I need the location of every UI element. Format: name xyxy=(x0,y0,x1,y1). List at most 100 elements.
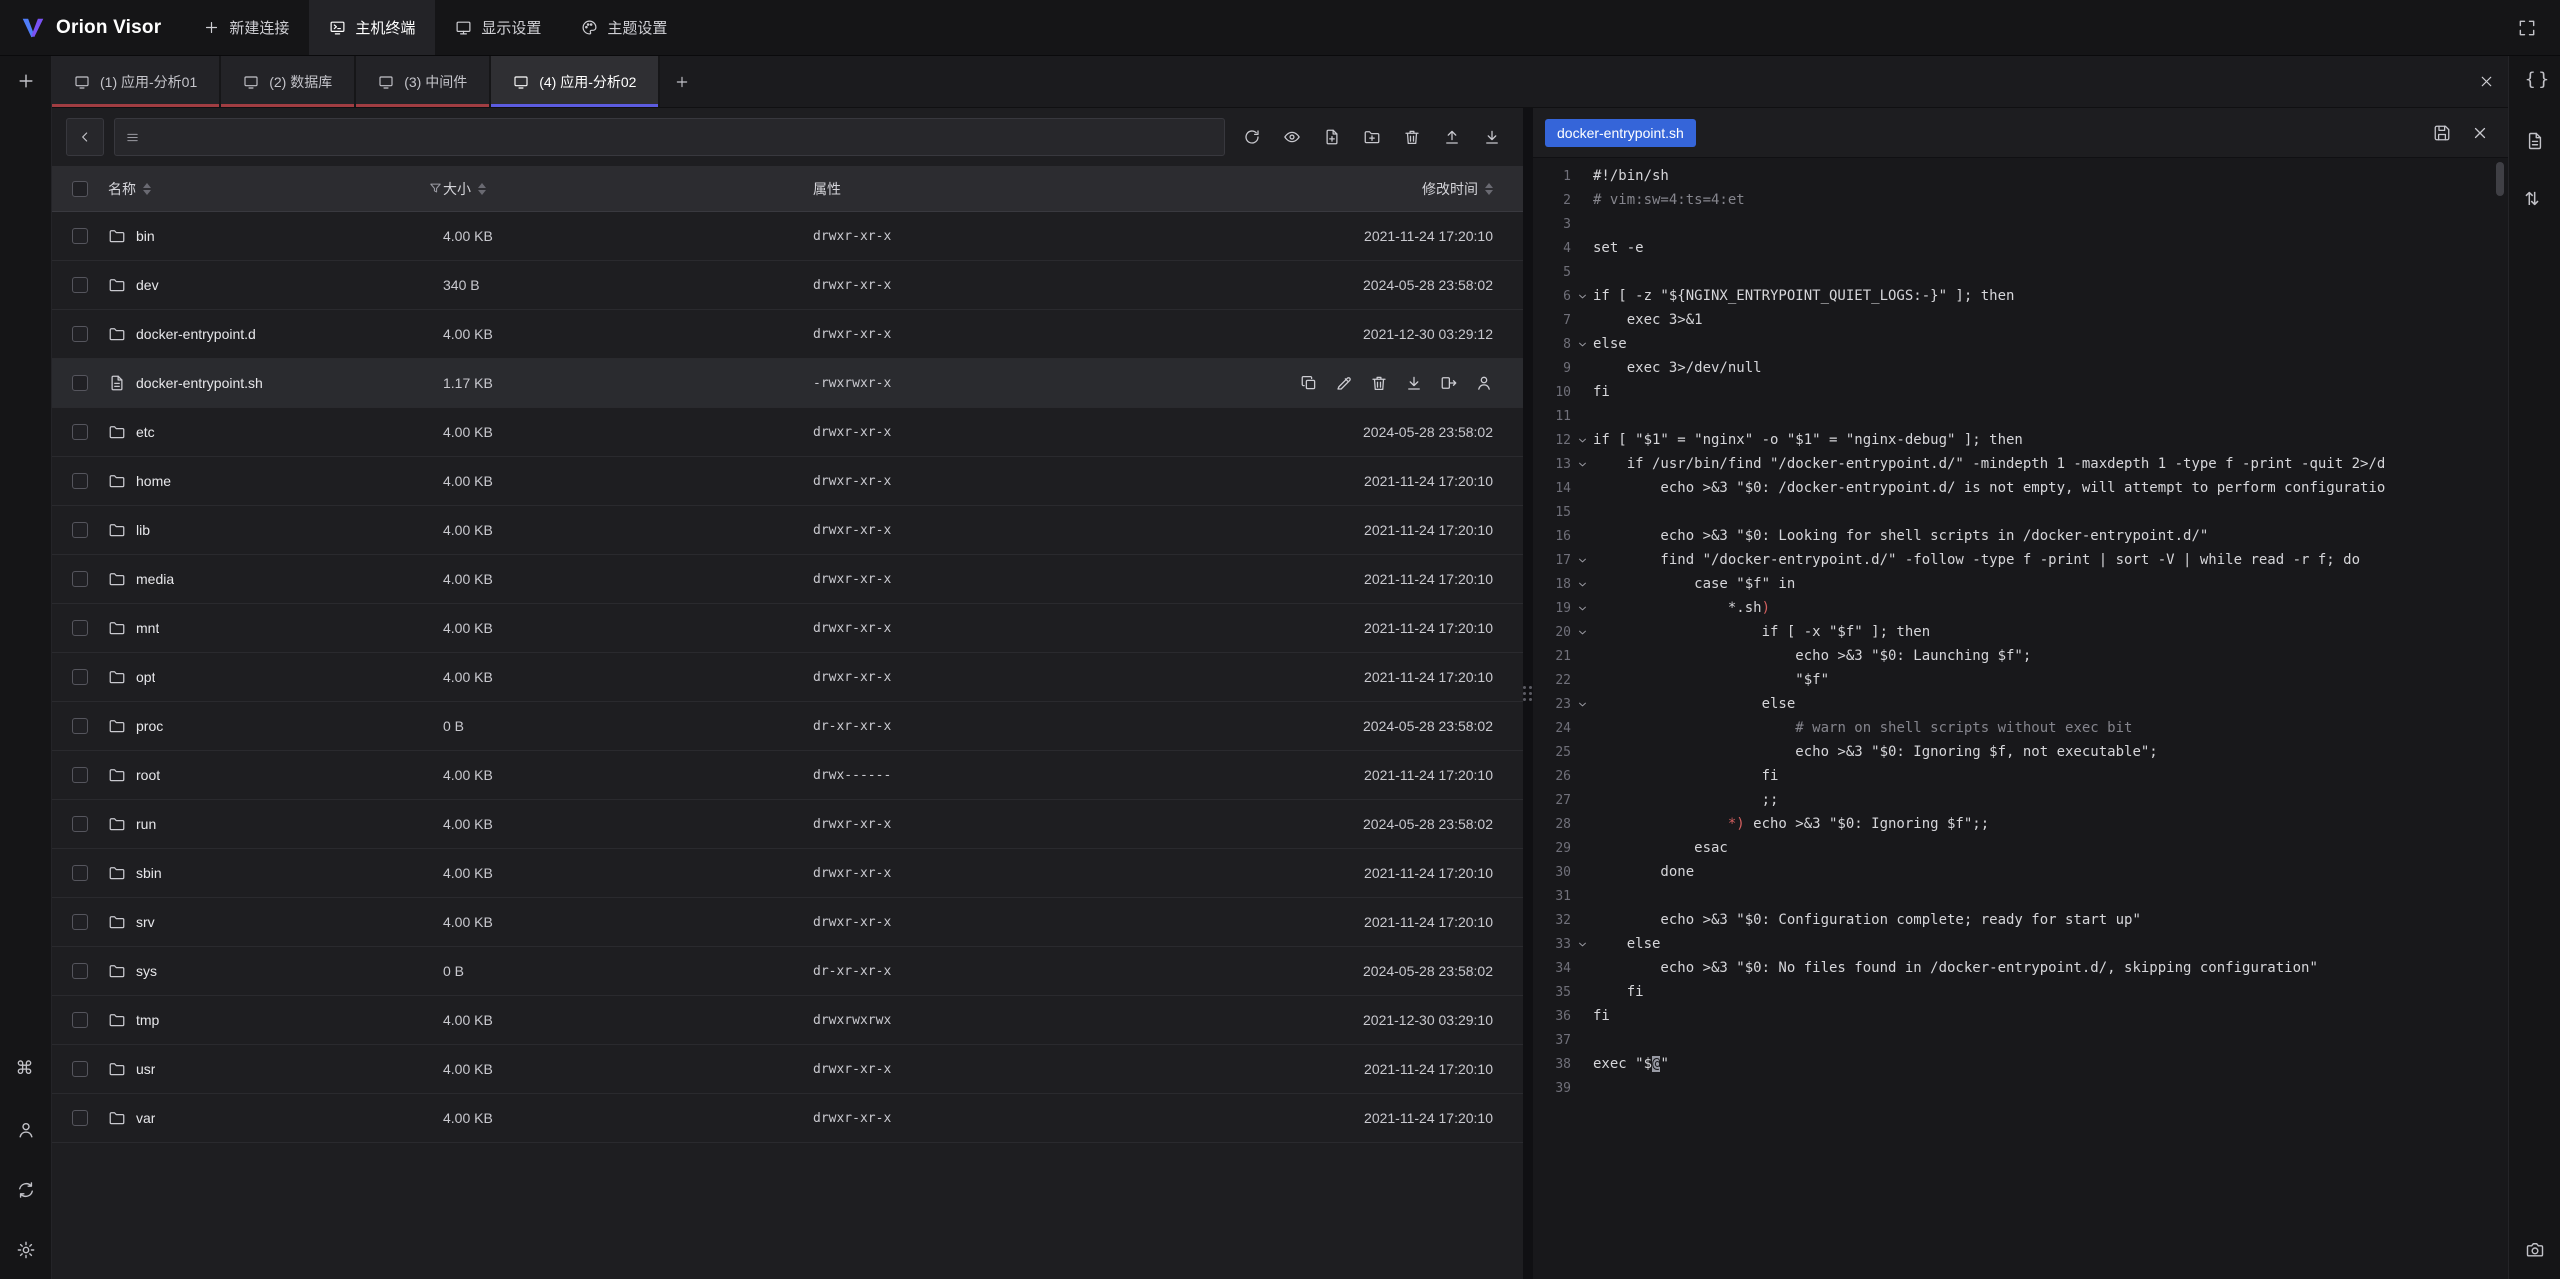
file-manager-button[interactable] xyxy=(2520,126,2550,156)
show-hidden-button[interactable] xyxy=(1275,120,1309,154)
row-checkbox[interactable] xyxy=(72,326,88,342)
row-action-move-icon[interactable] xyxy=(1440,374,1458,392)
menu-item-new-connection[interactable]: 新建连接 xyxy=(183,0,309,55)
fold-toggle[interactable] xyxy=(1571,602,1593,615)
table-row[interactable]: docker-entrypoint.sh1.17 KB-rwxrwxr-x xyxy=(52,359,1523,408)
fold-toggle[interactable] xyxy=(1571,578,1593,591)
screenshot-button[interactable] xyxy=(2520,1235,2550,1265)
table-row[interactable]: run4.00 KBdrwxr-xr-x2024-05-28 23:58:02 xyxy=(52,800,1523,849)
column-header-name[interactable]: 名称 xyxy=(108,179,443,199)
editor-close-button[interactable] xyxy=(2464,117,2496,149)
fold-toggle[interactable] xyxy=(1571,434,1593,447)
row-checkbox[interactable] xyxy=(72,767,88,783)
table-row[interactable]: opt4.00 KBdrwxr-xr-x2021-11-24 17:20:10 xyxy=(52,653,1523,702)
brand[interactable]: Orion Visor xyxy=(0,0,183,55)
table-row[interactable]: sbin4.00 KBdrwxr-xr-x2021-11-24 17:20:10 xyxy=(52,849,1523,898)
add-terminal-tab-button[interactable] xyxy=(660,56,704,107)
transfer-list-button[interactable]: ⇅ xyxy=(2520,186,2550,216)
sort-icon[interactable] xyxy=(143,183,151,195)
panel-splitter[interactable] xyxy=(1523,108,1533,1279)
table-row[interactable]: media4.00 KBdrwxr-xr-x2021-11-24 17:20:1… xyxy=(52,555,1523,604)
row-checkbox[interactable] xyxy=(72,277,88,293)
add-tab-button[interactable] xyxy=(11,66,41,96)
filter-icon[interactable] xyxy=(428,181,443,196)
new-file-button[interactable] xyxy=(1315,120,1349,154)
fold-toggle[interactable] xyxy=(1571,338,1593,351)
table-row[interactable]: var4.00 KBdrwxr-xr-x2021-11-24 17:20:10 xyxy=(52,1094,1523,1143)
table-row[interactable]: tmp4.00 KBdrwxrwxrwx2021-12-30 03:29:10 xyxy=(52,996,1523,1045)
row-checkbox[interactable] xyxy=(72,1012,88,1028)
fold-toggle[interactable] xyxy=(1571,626,1593,639)
menu-item-host-terminal[interactable]: 主机终端 xyxy=(309,0,435,55)
column-header-size[interactable]: 大小 xyxy=(443,179,813,199)
editor-scrollbar-thumb[interactable] xyxy=(2496,162,2504,196)
column-header-mtime[interactable]: 修改时间 xyxy=(1183,179,1523,199)
fullscreen-button[interactable] xyxy=(2512,13,2542,43)
refresh-button[interactable] xyxy=(1235,120,1269,154)
editor-file-tab[interactable]: docker-entrypoint.sh xyxy=(1545,119,1696,147)
table-row[interactable]: lib4.00 KBdrwxr-xr-x2021-11-24 17:20:10 xyxy=(52,506,1523,555)
delete-button[interactable] xyxy=(1395,120,1429,154)
select-all-checkbox[interactable] xyxy=(72,181,88,197)
fold-toggle[interactable] xyxy=(1571,698,1593,711)
close-tabs-button[interactable] xyxy=(2464,56,2508,107)
table-row[interactable]: mnt4.00 KBdrwxr-xr-x2021-11-24 17:20:10 xyxy=(52,604,1523,653)
menu-item-theme-settings[interactable]: 主题设置 xyxy=(561,0,687,55)
menu-icon[interactable] xyxy=(125,130,140,145)
table-row[interactable]: etc4.00 KBdrwxr-xr-x2024-05-28 23:58:02 xyxy=(52,408,1523,457)
shortcut-button[interactable]: ⌘ xyxy=(11,1055,41,1085)
download-button[interactable] xyxy=(1475,120,1509,154)
user-info-button[interactable] xyxy=(11,1115,41,1145)
row-action-copy-icon[interactable] xyxy=(1300,374,1318,392)
terminal-tab-1[interactable]: (1) 应用-分析01 xyxy=(52,56,221,107)
editor-save-button[interactable] xyxy=(2426,117,2458,149)
table-row[interactable]: bin4.00 KBdrwxr-xr-x2021-11-24 17:20:10 xyxy=(52,212,1523,261)
row-action-delete-icon[interactable] xyxy=(1370,374,1388,392)
settings-button[interactable] xyxy=(11,1235,41,1265)
table-row[interactable]: usr4.00 KBdrwxr-xr-x2021-11-24 17:20:10 xyxy=(52,1045,1523,1094)
menu-item-display-settings[interactable]: 显示设置 xyxy=(435,0,561,55)
row-checkbox[interactable] xyxy=(72,375,88,391)
row-checkbox[interactable] xyxy=(72,1110,88,1126)
row-checkbox[interactable] xyxy=(72,1061,88,1077)
fold-toggle[interactable] xyxy=(1571,458,1593,471)
row-checkbox[interactable] xyxy=(72,865,88,881)
splitter-grip[interactable] xyxy=(1523,686,1533,702)
sort-icon[interactable] xyxy=(1485,183,1493,195)
table-row[interactable]: dev340 Bdrwxr-xr-x2024-05-28 23:58:02 xyxy=(52,261,1523,310)
row-checkbox[interactable] xyxy=(72,424,88,440)
terminal-tab-3[interactable]: (3) 中间件 xyxy=(356,56,491,107)
row-action-permission-icon[interactable] xyxy=(1475,374,1493,392)
row-checkbox[interactable] xyxy=(72,718,88,734)
upload-button[interactable] xyxy=(1435,120,1469,154)
row-checkbox[interactable] xyxy=(72,963,88,979)
fold-toggle[interactable] xyxy=(1571,554,1593,567)
row-action-edit-icon[interactable] xyxy=(1335,374,1353,392)
new-folder-button[interactable] xyxy=(1355,120,1389,154)
row-checkbox[interactable] xyxy=(72,522,88,538)
row-checkbox[interactable] xyxy=(72,669,88,685)
table-row[interactable]: sys0 Bdr-xr-xr-x2024-05-28 23:58:02 xyxy=(52,947,1523,996)
row-action-download-icon[interactable] xyxy=(1405,374,1423,392)
table-row[interactable]: docker-entrypoint.d4.00 KBdrwxr-xr-x2021… xyxy=(52,310,1523,359)
row-checkbox[interactable] xyxy=(72,228,88,244)
snippets-button[interactable]: {} xyxy=(2520,66,2550,96)
row-checkbox[interactable] xyxy=(72,914,88,930)
row-checkbox[interactable] xyxy=(72,816,88,832)
fold-toggle[interactable] xyxy=(1571,290,1593,303)
path-input[interactable] xyxy=(148,129,1214,145)
row-checkbox[interactable] xyxy=(72,571,88,587)
sort-icon[interactable] xyxy=(478,183,486,195)
terminal-tab-2[interactable]: (2) 数据库 xyxy=(221,56,356,107)
table-row[interactable]: home4.00 KBdrwxr-xr-x2021-11-24 17:20:10 xyxy=(52,457,1523,506)
code-editor[interactable]: 1#!/bin/sh2# vim:sw=4:ts=4:et34set -e56i… xyxy=(1533,158,2508,1279)
row-checkbox[interactable] xyxy=(72,620,88,636)
row-checkbox[interactable] xyxy=(72,473,88,489)
terminal-tab-4[interactable]: (4) 应用-分析02 xyxy=(491,56,660,107)
table-row[interactable]: root4.00 KBdrwx------2021-11-24 17:20:10 xyxy=(52,751,1523,800)
back-button[interactable] xyxy=(66,118,104,156)
table-row[interactable]: srv4.00 KBdrwxr-xr-x2021-11-24 17:20:10 xyxy=(52,898,1523,947)
fold-toggle[interactable] xyxy=(1571,938,1593,951)
table-row[interactable]: proc0 Bdr-xr-xr-x2024-05-28 23:58:02 xyxy=(52,702,1523,751)
switch-button[interactable] xyxy=(11,1175,41,1205)
